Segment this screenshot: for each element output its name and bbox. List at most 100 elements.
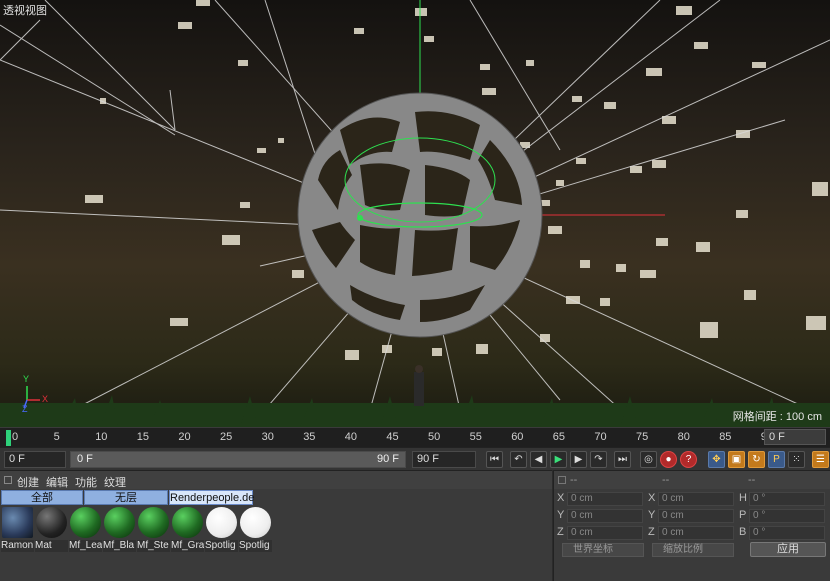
material-name: Mat (35, 540, 68, 552)
axis-y-label: Y (23, 374, 30, 384)
material-preview (240, 507, 271, 538)
move-key-icon[interactable]: ✥ (708, 451, 725, 468)
timeline-menu-icon[interactable]: ☰ (812, 451, 829, 468)
coord-size-label: X (648, 492, 656, 504)
timeline-tick-label: 35 (303, 431, 316, 443)
coord-position-label: Y (557, 509, 565, 521)
menu-texture[interactable]: 纹理 (104, 474, 126, 490)
coord-position-field[interactable]: 0 cm (567, 492, 643, 506)
material-swatch[interactable]: Mf_Bla (103, 507, 136, 554)
param-key-icon[interactable]: P (768, 451, 785, 468)
timeline-tick-label: 70 (594, 431, 607, 443)
material-swatch[interactable]: Mf_Ste (137, 507, 170, 554)
menu-edit[interactable]: 编辑 (46, 474, 68, 490)
coord-rotation-field[interactable]: 0 ° (749, 526, 825, 540)
timeline-tick-label: 25 (220, 431, 233, 443)
grid-distance-readout: 网格间距 : 100 cm (732, 411, 822, 423)
range-start-label: 0 F (77, 453, 93, 465)
coords-header-rotation: -- (748, 474, 756, 486)
coord-mode-dropdown[interactable]: 世界坐标 (562, 543, 644, 557)
menu-function[interactable]: 功能 (75, 474, 97, 490)
prev-frame-icon[interactable]: ◀ (530, 451, 547, 468)
timeline-tick-label: 45 (386, 431, 399, 443)
go-to-end-icon[interactable]: ⏭ (614, 451, 631, 468)
pla-key-icon[interactable]: ⁙ (788, 451, 805, 468)
auto-key-icon[interactable]: ? (680, 451, 697, 468)
next-key-icon[interactable]: ↷ (590, 451, 607, 468)
timeline-tick-label: 85 (719, 431, 732, 443)
coords-header: -- -- -- (554, 471, 830, 489)
menu-checkbox[interactable] (4, 476, 12, 484)
preview-range-slider[interactable]: 0 F 90 F (70, 451, 406, 468)
timeline-tick-label: 75 (636, 431, 649, 443)
start-frame-field[interactable]: 0 F (4, 451, 66, 468)
next-frame-icon[interactable]: ▶ (570, 451, 587, 468)
coord-size-field[interactable]: 0 cm (658, 509, 734, 523)
transport-bar: 0 F 0 F 90 F 90 F ⏮ ↶ ◀ ▶ ▶ ↷ ⏭ ◎ ● ? ✥ … (0, 447, 830, 470)
timeline-tick-label: 20 (178, 431, 191, 443)
coord-position-label: Z (557, 526, 564, 538)
timeline-tick-label: 65 (552, 431, 566, 443)
tab-no-layer[interactable]: 无层 (84, 490, 168, 505)
material-swatch[interactable]: Mf_Gra (171, 507, 204, 554)
material-swatch[interactable]: Ramon (1, 507, 34, 554)
material-menubar: 创建 编辑 功能 纹理 (0, 471, 552, 489)
coord-row: X0 cm X 0 cm H 0 ° (554, 491, 830, 507)
coord-position-label: X (557, 492, 565, 504)
scale-mode-dropdown[interactable]: 缩放比例 (652, 543, 734, 557)
coord-size-field[interactable]: 0 cm (658, 492, 734, 506)
material-swatch[interactable]: Spotlig (205, 507, 238, 554)
material-preview (138, 507, 169, 538)
material-name: Spotlig (239, 540, 272, 552)
material-swatch[interactable]: Mat (35, 507, 68, 554)
material-name: Mf_Bla (103, 540, 136, 552)
coords-menu-icon[interactable] (558, 476, 566, 484)
timeline-tick-label: 0 (12, 431, 19, 443)
scale-key-icon[interactable]: ▣ (728, 451, 745, 468)
prev-key-icon[interactable]: ↶ (510, 451, 527, 468)
coord-position-field[interactable]: 0 cm (567, 509, 643, 523)
timeline-tick-label: 80 (677, 431, 690, 443)
coords-header-position: -- (570, 474, 578, 486)
timeline-tick-label: 55 (469, 431, 482, 443)
coord-rotation-field[interactable]: 0 ° (749, 509, 825, 523)
material-preview (206, 507, 237, 538)
material-swatch[interactable]: Mf_Lea (69, 507, 102, 554)
coord-row: Z0 cm Z 0 cm B 0 ° (554, 525, 830, 541)
material-preview (104, 507, 135, 538)
rotate-key-icon[interactable]: ↻ (748, 451, 765, 468)
timeline-tick-label: 40 (344, 431, 358, 443)
material-preview (36, 507, 67, 538)
timeline-tick-label: 60 (511, 431, 524, 443)
coord-position-field[interactable]: 0 cm (567, 526, 643, 540)
apply-button[interactable]: 应用 (750, 542, 826, 557)
material-name: Spotlig (205, 540, 238, 552)
coordinates-panel: -- -- -- X0 cm X 0 cm H 0 ° Y 0 cm Y 0 cm P 0 ° Z 0 … (553, 470, 830, 581)
current-frame-field[interactable]: 0 F (764, 429, 826, 445)
tab-all[interactable]: 全部 (1, 490, 83, 505)
record-icon[interactable]: ● (660, 451, 677, 468)
coord-size-field[interactable]: 0 cm (658, 526, 734, 540)
key-path-icon[interactable]: ◎ (640, 451, 657, 468)
material-name: Mf_Lea (69, 540, 102, 552)
coord-rotation-label: B (739, 526, 747, 538)
timeline-tick-label: 5 (53, 431, 60, 443)
axis-z-label: Z (22, 404, 28, 414)
material-name: Mf_Gra (171, 540, 204, 552)
playhead[interactable] (6, 430, 11, 446)
end-frame-field[interactable]: 90 F (412, 451, 476, 468)
coord-size-label: Z (648, 526, 655, 538)
timeline-ruler[interactable]: 051015202530354045505560657075808590 (0, 427, 830, 447)
tab-renderpeople[interactable]: Renderpeople.de (169, 490, 254, 505)
material-preview (172, 507, 203, 538)
perspective-viewport[interactable]: 透视视图 Y X Z 网格间距 : 100 cm (0, 0, 830, 427)
material-manager: 创建 编辑 功能 纹理 全部 无层 Renderpeople.de Ramon M… (0, 470, 552, 581)
menu-create[interactable]: 创建 (17, 474, 39, 490)
go-to-start-icon[interactable]: ⏮ (486, 451, 503, 468)
coord-rotation-field[interactable]: 0 ° (749, 492, 825, 506)
coord-rotation-label: P (739, 509, 747, 521)
coord-size-label: Y (648, 509, 656, 521)
timeline-tick-label: 15 (136, 431, 150, 443)
material-swatch[interactable]: Spotlig (239, 507, 272, 554)
play-icon[interactable]: ▶ (550, 451, 567, 468)
